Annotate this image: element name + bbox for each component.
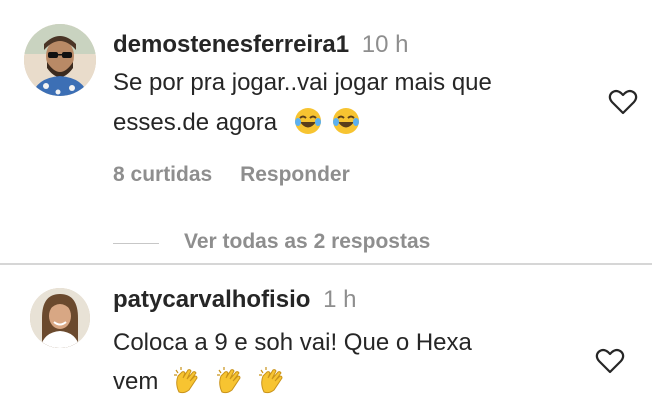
comment-text: vem [113,366,286,397]
clapping-hands-emoji [216,367,241,394]
timestamp: 1 h [323,286,357,313]
username[interactable]: demostenesferreira1 [113,31,349,58]
clapping-hands-emoji [259,367,283,394]
comment-text: esses.de agora [113,107,360,138]
heart-icon[interactable] [595,347,625,375]
clapping-hands-emoji [174,367,198,394]
comment-text-line: Coloca a 9 e soh vai! Que o Hexa [113,329,472,356]
comment-text: Se por pra jogar..vai jogar mais que [113,68,492,98]
timestamp: 10 h [361,31,409,58]
avatar[interactable] [30,288,90,348]
comment-header: patycarvalhofisio 1 h [113,285,356,315]
comment-text: Coloca a 9 e soh vai! Que o Hexa [113,328,472,358]
likes-count[interactable]: 8 curtidas [113,163,212,186]
joy-emoji [333,108,360,134]
reply-button[interactable]: Responder [240,163,350,186]
comment-actions: 8 curtidas Responder [113,163,372,187]
heart-icon[interactable] [608,88,638,116]
comment-text-line: vem [113,368,159,395]
comment-item: demostenesferreira1 10 h Se por pra joga… [0,0,652,262]
view-replies-button[interactable]: Ver todas as 2 respostas [184,230,430,254]
replies-divider [113,243,159,244]
comment-header: demostenesferreira1 10 h [113,30,409,60]
comment-text-line: esses.de agora [113,109,278,136]
avatar[interactable] [24,24,96,96]
comment-text-line: Se por pra jogar..vai jogar mais que [113,69,492,96]
joy-emoji [294,108,321,134]
avatar-photo [24,24,96,96]
avatar-photo [30,288,90,348]
comment-item: patycarvalhofisio 1 h Coloca a 9 e soh v… [0,265,652,408]
username[interactable]: patycarvalhofisio [113,286,310,313]
